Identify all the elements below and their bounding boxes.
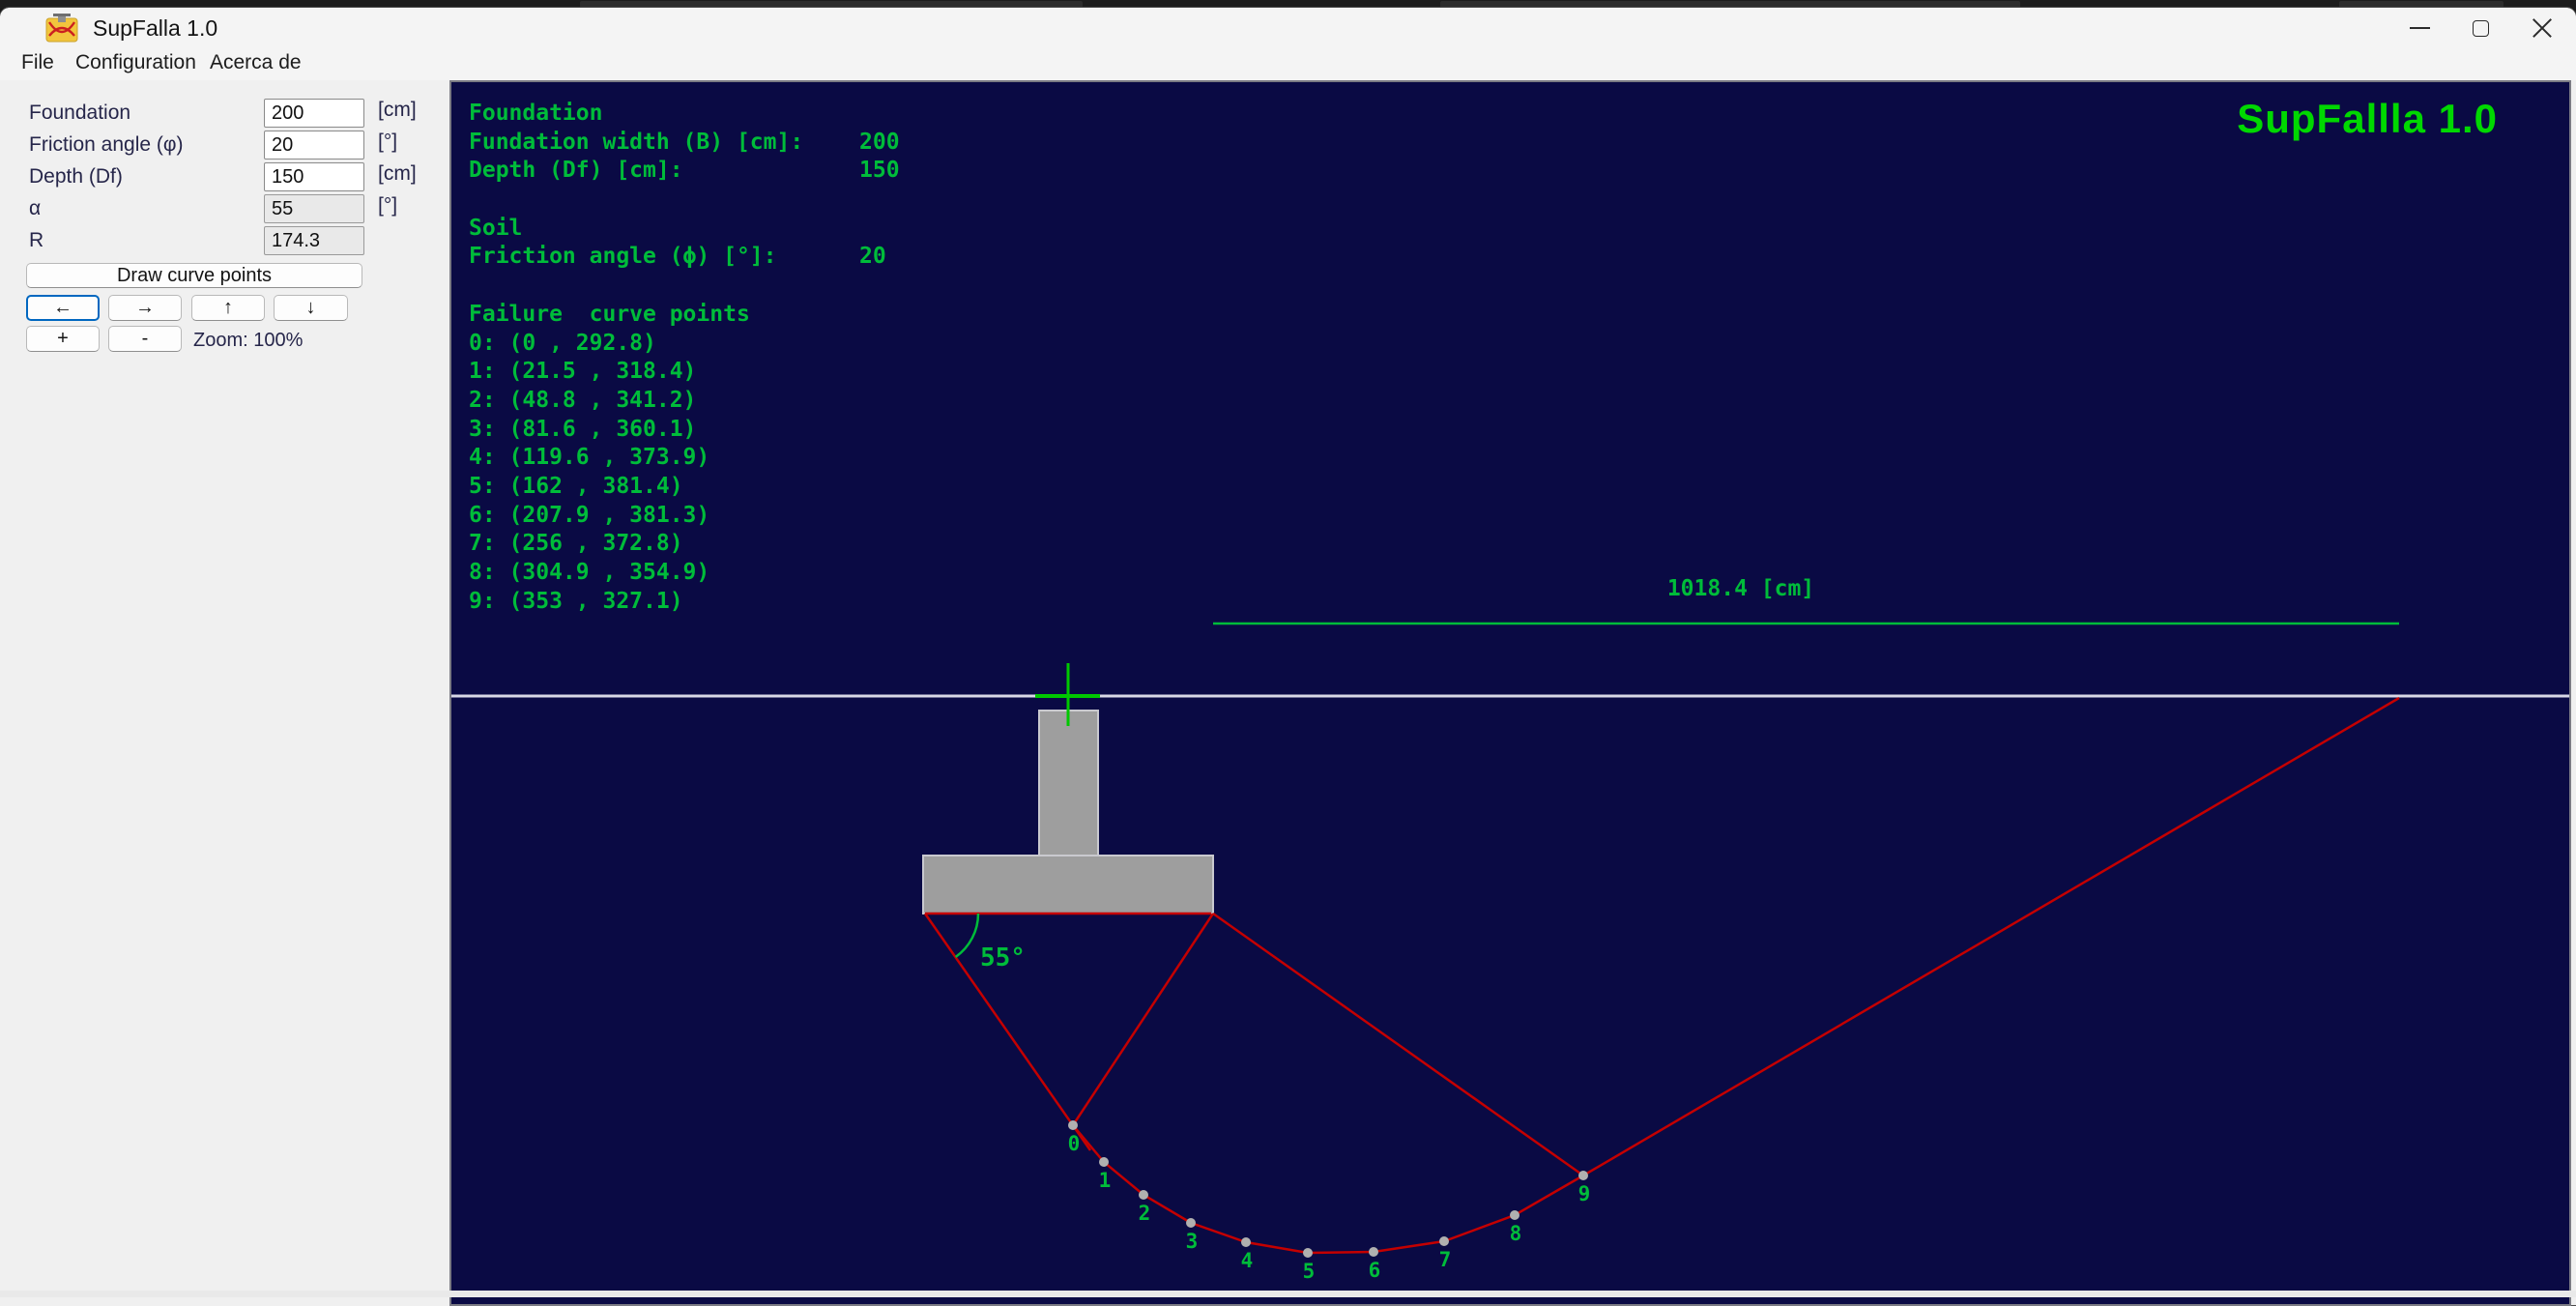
depth-input[interactable] <box>264 162 364 191</box>
titlebar: SupFalla 1.0 <box>0 8 2576 48</box>
foundation-label: Foundation <box>29 102 131 124</box>
zoom-out-button[interactable]: - <box>108 326 182 352</box>
svg-text:4: 4 <box>1241 1249 1254 1272</box>
close-icon <box>2532 17 2553 39</box>
menubar: File Configuration Acerca de <box>0 48 2576 80</box>
friction-angle-unit: [°] <box>378 131 398 153</box>
svg-text:2: 2 <box>1139 1202 1151 1225</box>
depth-label: Depth (Df) <box>29 165 123 188</box>
window-controls <box>2389 8 2572 48</box>
svg-text:5: 5 <box>1303 1260 1316 1283</box>
foundation-input[interactable] <box>264 99 364 128</box>
maximize-icon <box>2473 19 2489 37</box>
svg-text:7: 7 <box>1439 1248 1452 1271</box>
app-window: SupFalla 1.0 File Configuration Acerca d… <box>0 7 2576 1306</box>
zoom-level-label: Zoom: 100% <box>193 330 304 351</box>
app-icon <box>45 14 78 43</box>
radius-output <box>264 226 364 255</box>
menu-file[interactable]: File <box>21 48 54 80</box>
window-title: SupFalla 1.0 <box>93 15 218 41</box>
background-window-buttons-blur <box>2339 1 2504 8</box>
pan-up-button[interactable]: ↑ <box>191 295 265 321</box>
foundation-unit: [cm] <box>378 99 417 121</box>
svg-text:6: 6 <box>1369 1259 1381 1282</box>
pan-right-button[interactable]: → <box>108 295 182 321</box>
menu-acerca-de[interactable]: Acerca de <box>210 48 302 80</box>
pan-left-button[interactable]: ← <box>26 295 100 321</box>
alpha-output <box>264 194 364 223</box>
background-window-text-blur <box>1440 1 2020 8</box>
close-button[interactable] <box>2511 8 2572 48</box>
zoom-in-button[interactable]: + <box>26 326 100 352</box>
menu-configuration[interactable]: Configuration <box>75 48 196 80</box>
depth-unit: [cm] <box>378 162 417 185</box>
svg-text:0: 0 <box>1068 1132 1081 1155</box>
window-bottom-edge <box>0 1291 2576 1297</box>
alpha-label: α <box>29 197 42 219</box>
svg-text:8: 8 <box>1510 1222 1522 1245</box>
draw-curve-points-button[interactable]: Draw curve points <box>26 263 362 288</box>
pan-down-button[interactable]: ↓ <box>274 295 348 321</box>
friction-angle-input[interactable] <box>264 131 364 160</box>
screen: SupFalla 1.0 File Configuration Acerca d… <box>0 0 2576 1306</box>
left-panel: Foundation [cm] Friction angle (φ) [°] D… <box>0 80 449 1306</box>
minimize-icon <box>2410 27 2430 29</box>
failure-surface-diagram: 55° 01 2 3 4 5 6 7 8 9 <box>451 622 2569 1283</box>
minimize-button[interactable] <box>2389 8 2450 48</box>
drawing-canvas: SupFallla 1.0 Foundation Fundation width … <box>449 80 2571 1306</box>
background-window-text-blur <box>580 1 1083 8</box>
svg-text:3: 3 <box>1186 1230 1199 1253</box>
svg-text:55°: 55° <box>980 943 1026 972</box>
dimension-label: 1018.4 [cm] <box>1666 576 1815 601</box>
radius-label: R <box>29 229 44 251</box>
alpha-unit: [°] <box>378 194 398 217</box>
maximize-button[interactable] <box>2450 8 2511 48</box>
svg-text:9: 9 <box>1578 1182 1591 1205</box>
svg-text:1: 1 <box>1099 1169 1112 1192</box>
friction-angle-label: Friction angle (φ) <box>29 133 184 156</box>
